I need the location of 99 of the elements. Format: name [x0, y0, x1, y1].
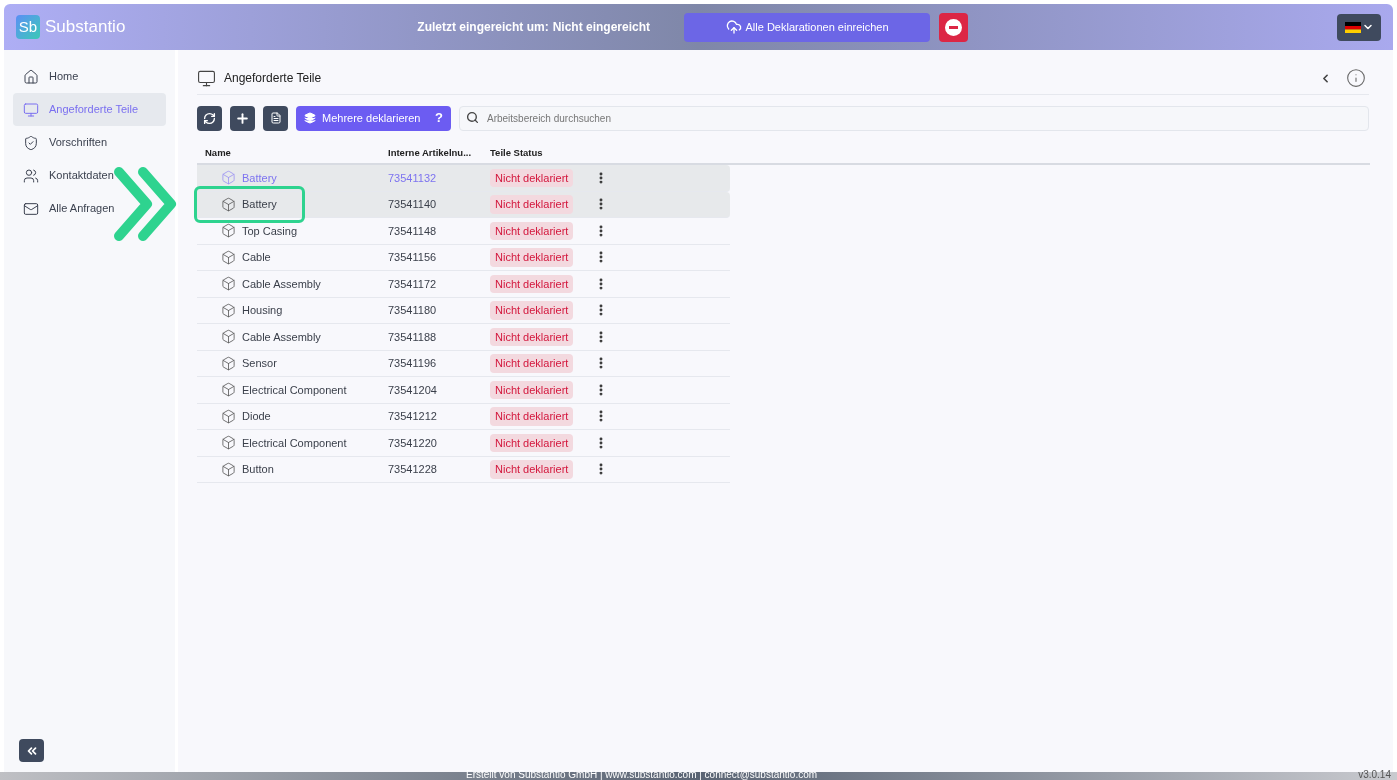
- last-submitted-value: Nicht eingereicht: [552, 19, 651, 36]
- cube-icon: [221, 276, 236, 292]
- table-row[interactable]: Electrical Component 73541220 Nicht deklariert: [197, 430, 730, 457]
- column-header: Interne Artikelnu...: [388, 145, 473, 160]
- file-icon: [269, 112, 282, 124]
- cube-icon: [221, 329, 236, 345]
- logo-mark: Sb: [16, 15, 40, 39]
- declare-many-button[interactable]: Mehrere deklarieren ?: [296, 105, 451, 131]
- status-badge: Nicht deklariert: [490, 221, 574, 240]
- users-icon: [23, 167, 39, 184]
- table-row[interactable]: Housing 73541180 Nicht deklariert: [197, 297, 730, 324]
- search-icon: [466, 111, 479, 124]
- part-name: Housing: [242, 303, 283, 318]
- status-badge: Nicht deklariert: [490, 433, 574, 452]
- part-name: Sensor: [242, 356, 277, 371]
- version-label: v3.0.14: [1358, 770, 1391, 780]
- search-field[interactable]: Arbeitsbereich durchsuchen: [459, 106, 1369, 131]
- plus-icon: [235, 110, 250, 126]
- status-badge: Nicht deklariert: [490, 301, 574, 320]
- cube-icon: [221, 355, 236, 371]
- cloud-upload-icon: [725, 19, 742, 35]
- article-number: 73541148: [388, 223, 438, 239]
- app-name: Substantio: [45, 16, 126, 39]
- article-number: 73541220: [388, 435, 438, 451]
- status-badge: Nicht deklariert: [490, 248, 574, 267]
- status-badge: Nicht deklariert: [490, 195, 574, 214]
- article-number: 73541228: [388, 462, 438, 477]
- article-number: 73541132: [388, 170, 438, 186]
- table-row[interactable]: Sensor 73541196 Nicht deklariert: [197, 350, 730, 377]
- part-name: Battery: [242, 170, 277, 186]
- mail-icon: [23, 200, 39, 217]
- sidebar-item[interactable]: Alle Anfragen: [13, 192, 166, 225]
- layers-icon: [304, 112, 316, 124]
- article-number: 73541140: [388, 197, 438, 212]
- part-name: Top Casing: [242, 223, 298, 239]
- part-name: Battery: [242, 197, 277, 212]
- help-mark[interactable]: ?: [435, 108, 443, 128]
- article-number: 73541188: [388, 329, 438, 345]
- home-icon: [23, 68, 39, 85]
- part-name: Electrical Component: [242, 382, 347, 398]
- table-row[interactable]: Battery 73541132 Nicht deklariert: [197, 165, 730, 192]
- cube-icon: [221, 170, 236, 186]
- last-submitted-label: Zuletzt eingereicht um:: [417, 19, 549, 36]
- sidebar-item[interactable]: Vorschriften: [13, 126, 166, 159]
- status-badge: Nicht deklariert: [490, 168, 574, 187]
- cube-icon: [221, 382, 236, 398]
- add-button[interactable]: [230, 105, 255, 131]
- part-name: Diode: [242, 409, 271, 424]
- table-row[interactable]: Cable 73541156 Nicht deklariert: [197, 244, 730, 271]
- status-badge: Nicht deklariert: [490, 407, 574, 426]
- info-icon[interactable]: [1346, 68, 1366, 88]
- part-name: Electrical Component: [242, 435, 347, 451]
- table-row[interactable]: Button 73541228 Nicht deklariert: [197, 456, 730, 483]
- export-button[interactable]: [263, 105, 288, 131]
- article-number: 73541204: [388, 382, 438, 398]
- cube-icon: [221, 302, 236, 318]
- column-header: Teile Status: [490, 145, 543, 160]
- stop-button[interactable]: [939, 12, 969, 42]
- cube-icon: [221, 223, 236, 239]
- refresh-icon: [203, 111, 216, 125]
- part-name: Button: [242, 462, 274, 477]
- monitor-icon: [23, 101, 39, 118]
- article-number: 73541156: [388, 250, 438, 265]
- flag-icon: [1344, 21, 1361, 33]
- column-header: Name: [204, 145, 232, 160]
- status-badge: Nicht deklariert: [490, 327, 574, 346]
- sidebar-item[interactable]: Kontaktdaten: [13, 159, 166, 192]
- table-row[interactable]: Battery 73541140 Nicht deklariert: [197, 191, 730, 218]
- status-badge: Nicht deklariert: [490, 274, 574, 293]
- cube-icon: [221, 408, 236, 424]
- table-row[interactable]: Diode 73541212 Nicht deklariert: [197, 403, 730, 430]
- part-name: Cable Assembly: [242, 329, 321, 345]
- article-number: 73541180: [388, 303, 438, 318]
- page-title: Angeforderte Teile: [224, 70, 322, 87]
- collapse-sidebar-button[interactable]: [19, 739, 44, 762]
- part-name: Cable Assembly: [242, 276, 321, 292]
- table-row[interactable]: Electrical Component 73541204 Nicht deklariert: [197, 377, 730, 404]
- table-row[interactable]: Cable Assembly 73541188 Nicht deklariert: [197, 324, 730, 351]
- part-name: Cable: [242, 250, 271, 265]
- table-row[interactable]: Top Casing 73541148 Nicht deklariert: [197, 218, 730, 245]
- monitor-icon: [197, 68, 216, 88]
- refresh-button[interactable]: [197, 105, 222, 131]
- language-dropdown[interactable]: [1337, 13, 1381, 41]
- cube-icon: [221, 461, 236, 477]
- article-number: 73541172: [388, 276, 438, 292]
- cube-icon: [221, 435, 236, 451]
- submit-all-button[interactable]: Alle Deklarationen einreichen: [684, 12, 931, 42]
- minus-circle-icon: [945, 18, 963, 36]
- cube-icon: [221, 249, 236, 265]
- shield-icon: [23, 134, 39, 151]
- footer-text: Erstellt von Substantio GmbH | www.substantio.com | connect@substantio.com: [466, 770, 818, 780]
- cube-icon: [221, 196, 236, 212]
- status-badge: Nicht deklariert: [490, 354, 574, 373]
- article-number: 73541196: [388, 356, 438, 371]
- status-badge: Nicht deklariert: [490, 460, 574, 479]
- sidebar-item[interactable]: Home: [13, 60, 166, 93]
- article-number: 73541212: [388, 409, 438, 424]
- status-badge: Nicht deklariert: [490, 380, 574, 399]
- table-row[interactable]: Cable Assembly 73541172 Nicht deklariert: [197, 271, 730, 298]
